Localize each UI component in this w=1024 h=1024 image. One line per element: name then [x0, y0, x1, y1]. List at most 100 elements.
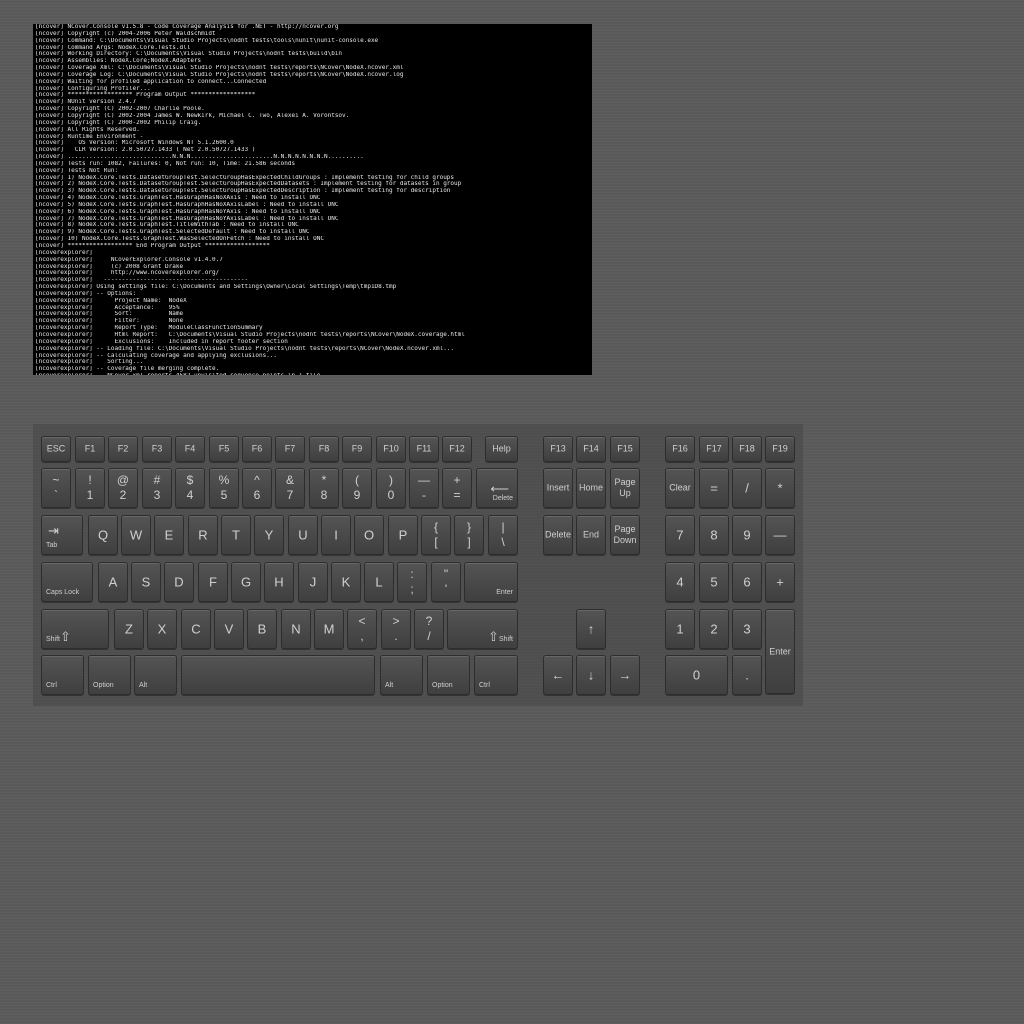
key-w[interactable]: W: [121, 515, 151, 555]
key-9[interactable]: (9: [342, 468, 372, 508]
key-page-down[interactable]: Page Down: [610, 515, 640, 555]
key-help[interactable]: Help: [485, 436, 518, 462]
key-f14[interactable]: F14: [576, 436, 606, 462]
key-q[interactable]: Q: [88, 515, 118, 555]
key-num-2[interactable]: 2: [699, 609, 729, 649]
key-ctrl-right[interactable]: Ctrl: [474, 655, 518, 695]
key-num-7[interactable]: 7: [665, 515, 695, 555]
key-forward-delete[interactable]: Delete: [543, 515, 573, 555]
key-delete[interactable]: Delete ⟵: [476, 468, 518, 508]
key-caps-lock[interactable]: Caps Lock: [41, 562, 93, 602]
key-f9[interactable]: F9: [342, 436, 372, 462]
key-f1[interactable]: F1: [75, 436, 105, 462]
key-2[interactable]: @2: [108, 468, 138, 508]
key-tab[interactable]: Tab ⇥: [41, 515, 83, 555]
key-arrow-left[interactable]: ←: [543, 655, 573, 695]
key-f7[interactable]: F7: [275, 436, 305, 462]
key-e[interactable]: E: [154, 515, 184, 555]
key-v[interactable]: V: [214, 609, 244, 649]
key-insert[interactable]: Insert: [543, 468, 573, 508]
key-u[interactable]: U: [288, 515, 318, 555]
key-num-plus[interactable]: +: [765, 562, 795, 602]
key-k[interactable]: K: [331, 562, 361, 602]
key-home[interactable]: Home: [576, 468, 606, 508]
key-num-equals[interactable]: =: [699, 468, 729, 508]
key-c[interactable]: C: [181, 609, 211, 649]
key-num-5[interactable]: 5: [699, 562, 729, 602]
key-bracket-right[interactable]: }]: [454, 515, 484, 555]
key-shift-left[interactable]: Shift ⇧: [41, 609, 109, 649]
key-alt-right[interactable]: Alt: [380, 655, 423, 695]
key-arrow-down[interactable]: ↓: [576, 655, 606, 695]
key-end[interactable]: End: [576, 515, 606, 555]
key-t[interactable]: T: [221, 515, 251, 555]
key-y[interactable]: Y: [254, 515, 284, 555]
key-enter[interactable]: Enter: [464, 562, 518, 602]
key-slash[interactable]: ? /: [414, 609, 444, 649]
key-f10[interactable]: F10: [376, 436, 406, 462]
key-num-3[interactable]: 3: [732, 609, 762, 649]
key-minus[interactable]: — -: [409, 468, 439, 508]
key-num-6[interactable]: 6: [732, 562, 762, 602]
key-num-divide[interactable]: /: [732, 468, 762, 508]
key-num-1[interactable]: 1: [665, 609, 695, 649]
key-g[interactable]: G: [231, 562, 261, 602]
key-d[interactable]: D: [164, 562, 194, 602]
key-ctrl-left[interactable]: Ctrl: [41, 655, 84, 695]
key-comma[interactable]: <,: [347, 609, 377, 649]
key-alt-left[interactable]: Alt: [134, 655, 177, 695]
key-clear[interactable]: Clear: [665, 468, 695, 508]
key-f5[interactable]: F5: [209, 436, 239, 462]
key-4[interactable]: $4: [175, 468, 205, 508]
key-num-decimal[interactable]: .: [732, 655, 762, 695]
key-f[interactable]: F: [198, 562, 228, 602]
key-option-left[interactable]: Option: [88, 655, 131, 695]
key-6[interactable]: ^ 6: [242, 468, 272, 508]
key-num-9[interactable]: 9: [732, 515, 762, 555]
key-1[interactable]: ! 1: [75, 468, 105, 508]
key-i[interactable]: I: [321, 515, 351, 555]
key-shift-right[interactable]: Shift ⇧: [447, 609, 518, 649]
key-tilde[interactable]: ~ `: [41, 468, 71, 508]
key-f12[interactable]: F12: [442, 436, 472, 462]
key-z[interactable]: Z: [114, 609, 144, 649]
key-num-multiply[interactable]: *: [765, 468, 795, 508]
key-space[interactable]: [181, 655, 375, 695]
key-f18[interactable]: F18: [732, 436, 762, 462]
key-3[interactable]: #3: [142, 468, 172, 508]
key-period[interactable]: >.: [381, 609, 411, 649]
key-backslash[interactable]: | \: [488, 515, 518, 555]
terminal-window[interactable]: [ncover] NCover.Console v1.5.8 - Code Co…: [33, 24, 592, 375]
key-f19[interactable]: F19: [765, 436, 795, 462]
key-num-8[interactable]: 8: [699, 515, 729, 555]
key-page-up[interactable]: Page Up: [610, 468, 640, 508]
key-arrow-up[interactable]: ↑: [576, 609, 606, 649]
key-b[interactable]: B: [247, 609, 277, 649]
key-esc[interactable]: ESC: [41, 436, 71, 462]
key-l[interactable]: L: [364, 562, 394, 602]
key-bracket-left[interactable]: {[: [421, 515, 451, 555]
key-0[interactable]: ) 0: [376, 468, 406, 508]
key-equals[interactable]: + =: [442, 468, 472, 508]
key-o[interactable]: O: [354, 515, 384, 555]
key-arrow-right[interactable]: →: [610, 655, 640, 695]
key-8[interactable]: * 8: [309, 468, 339, 508]
key-a[interactable]: A: [98, 562, 128, 602]
key-r[interactable]: R: [188, 515, 218, 555]
key-f4[interactable]: F4: [175, 436, 205, 462]
key-f2[interactable]: F2: [108, 436, 138, 462]
key-p[interactable]: P: [388, 515, 418, 555]
key-f17[interactable]: F17: [699, 436, 729, 462]
key-f8[interactable]: F8: [309, 436, 339, 462]
key-semicolon[interactable]: :;: [397, 562, 427, 602]
key-5[interactable]: % 5: [209, 468, 239, 508]
key-x[interactable]: X: [147, 609, 177, 649]
key-f11[interactable]: F11: [409, 436, 439, 462]
key-h[interactable]: H: [264, 562, 294, 602]
key-n[interactable]: N: [281, 609, 311, 649]
key-f15[interactable]: F15: [610, 436, 640, 462]
key-num-enter[interactable]: Enter: [765, 609, 795, 694]
key-option-right[interactable]: Option: [427, 655, 470, 695]
key-f13[interactable]: F13: [543, 436, 573, 462]
key-f16[interactable]: F16: [665, 436, 695, 462]
